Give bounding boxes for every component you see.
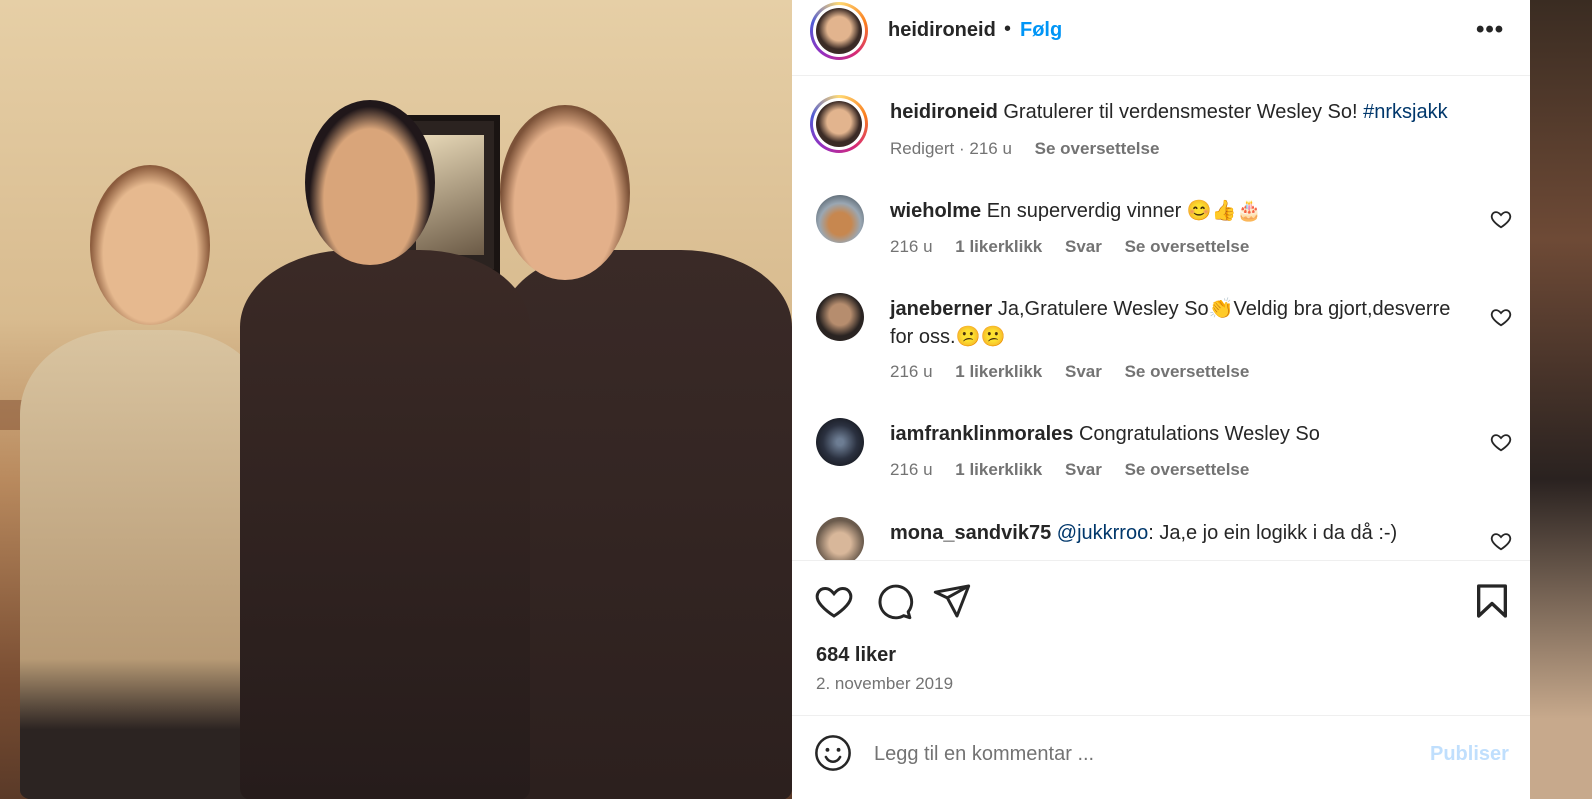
caption-translate-link[interactable]: Se oversettelse xyxy=(1035,139,1160,158)
publish-button[interactable]: Publiser xyxy=(1430,743,1509,766)
caption-edited: Redigert xyxy=(890,139,955,158)
comment-input[interactable] xyxy=(874,738,1394,770)
comment-bubble-icon[interactable] xyxy=(874,581,914,621)
reply-button[interactable]: Svar xyxy=(1065,460,1102,479)
comment-meta: 216 u 1 likerklikk Svar Se oversettelse xyxy=(890,362,1249,382)
reply-button[interactable]: Svar xyxy=(1065,362,1102,381)
comment-username[interactable]: wieholme xyxy=(890,200,981,222)
comment-body: En superverdig vinner 😊👍🎂 xyxy=(986,200,1262,222)
comment-username[interactable]: mona_sandvik75 xyxy=(890,522,1051,544)
comment-likes[interactable]: 1 likerklikk xyxy=(955,362,1042,381)
commenter-avatar[interactable] xyxy=(816,195,864,243)
caption-hashtag[interactable]: #nrksjakk xyxy=(1363,101,1447,123)
comment-meta: 216 u 1 likerklikk Svar Se oversettelse xyxy=(890,460,1249,480)
post-header: heidironeid • Følg ••• xyxy=(792,0,1530,76)
comment-composer: Publiser xyxy=(792,715,1530,799)
commenter-avatar[interactable] xyxy=(816,517,864,560)
separator-dot: • xyxy=(1004,18,1012,40)
comment-likes[interactable]: 1 likerklikk xyxy=(955,237,1042,256)
comment-body: : Ja,e jo ein logikk i da då :-) xyxy=(1148,522,1398,544)
like-comment-heart-icon[interactable] xyxy=(1490,306,1512,328)
save-bookmark-icon[interactable] xyxy=(1472,581,1512,621)
translate-link[interactable]: Se oversettelse xyxy=(1125,460,1250,479)
caption-body: Gratulerer til verdensmester Wesley So! xyxy=(1003,101,1364,123)
comment-mention[interactable]: @jukkrroo xyxy=(1057,522,1148,544)
caption-avatar[interactable] xyxy=(810,95,868,153)
photo-person-right-body xyxy=(500,250,792,799)
comment-body: Congratulations Wesley So xyxy=(1078,423,1320,445)
photo-person-right-head xyxy=(500,105,630,280)
follow-button[interactable]: Følg xyxy=(1020,19,1062,42)
like-heart-icon[interactable] xyxy=(814,581,854,621)
author-avatar[interactable] xyxy=(810,2,868,60)
comment-age: 216 u xyxy=(890,237,933,256)
like-comment-heart-icon[interactable] xyxy=(1490,208,1512,230)
photo-person-center-body xyxy=(240,250,530,799)
more-options-icon[interactable]: ••• xyxy=(1476,16,1504,44)
comment-text: mona_sandvik75 @jukkrroo: Ja,e jo ein lo… xyxy=(890,519,1460,547)
photo-person-left-head xyxy=(90,165,210,325)
post-photo[interactable] xyxy=(0,0,792,799)
comment-likes[interactable]: 1 likerklikk xyxy=(955,460,1042,479)
commenter-avatar[interactable] xyxy=(816,293,864,341)
comment-text: iamfranklinmorales Congratulations Wesle… xyxy=(890,420,1460,448)
photo-person-left-body xyxy=(20,330,270,799)
commenter-avatar[interactable] xyxy=(816,418,864,466)
author-username[interactable]: heidironeid xyxy=(888,19,996,42)
emoji-smiley-icon[interactable] xyxy=(814,734,852,772)
comment-age: 216 u xyxy=(890,460,933,479)
post-actions: 684 liker 2. november 2019 xyxy=(792,560,1530,715)
like-comment-heart-icon[interactable] xyxy=(1490,530,1512,552)
comments-list[interactable]: heidironeid Gratulerer til verdensmester… xyxy=(792,77,1530,560)
translate-link[interactable]: Se oversettelse xyxy=(1125,237,1250,256)
share-send-icon[interactable] xyxy=(932,581,972,621)
comment-meta: 216 u 1 likerklikk Svar Se oversettelse xyxy=(890,237,1249,257)
likes-count[interactable]: 684 liker xyxy=(816,644,896,667)
post-date: 2. november 2019 xyxy=(816,674,954,693)
comment-text: janeberner Ja,Gratulere Wesley So👏Veldig… xyxy=(890,295,1460,351)
comment-username[interactable]: janeberner xyxy=(890,298,992,320)
comment-username[interactable]: iamfranklinmorales xyxy=(890,423,1073,445)
background-page-edge xyxy=(1530,0,1592,799)
caption-text: heidironeid Gratulerer til verdensmester… xyxy=(890,101,1490,124)
translate-link[interactable]: Se oversettelse xyxy=(1125,362,1250,381)
like-comment-heart-icon[interactable] xyxy=(1490,431,1512,453)
comment-text: wieholme En superverdig vinner 😊👍🎂 xyxy=(890,197,1460,225)
comment-age: 216 u xyxy=(890,362,933,381)
caption-meta: Redigert · 216 u Se oversettelse xyxy=(890,139,1160,158)
reply-button[interactable]: Svar xyxy=(1065,237,1102,256)
caption-age: 216 u xyxy=(969,139,1012,158)
caption-username[interactable]: heidironeid xyxy=(890,101,998,123)
photo-person-center-head xyxy=(305,100,435,265)
post-side-panel: heidironeid • Følg ••• heidironeid Gratu… xyxy=(792,0,1530,799)
